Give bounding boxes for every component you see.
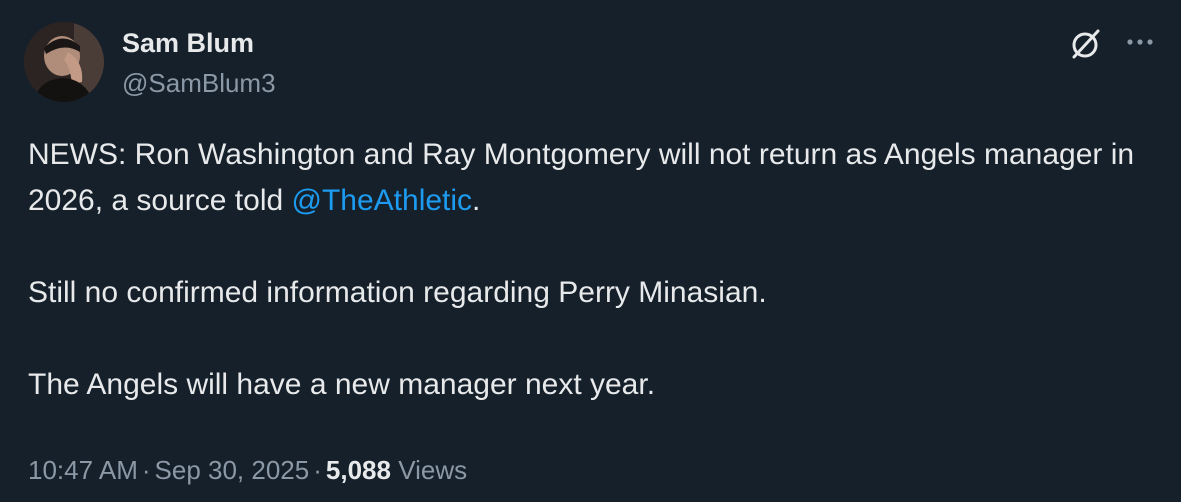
avatar[interactable] xyxy=(24,22,104,102)
tweet-text: NEWS: Ron Washington and Ray Montgomery … xyxy=(28,132,1148,408)
more-horizontal-icon[interactable] xyxy=(1122,28,1158,56)
grok-icon[interactable] xyxy=(1068,26,1104,62)
separator: · xyxy=(313,455,322,485)
views-count[interactable]: 5,088 xyxy=(326,455,391,485)
author-name[interactable]: Sam Blum xyxy=(122,26,254,60)
tweet-paragraph-2: Still no confirmed information regarding… xyxy=(28,276,767,309)
tweet-time[interactable]: 10:47 AM xyxy=(28,455,138,485)
separator: · xyxy=(141,455,151,485)
tweet-text-part: . xyxy=(472,184,481,217)
author-handle[interactable]: @SamBlum3 xyxy=(122,66,276,100)
tweet-paragraph-3: The Angels will have a new manager next … xyxy=(28,368,656,401)
tweet-paragraph-1: NEWS: Ron Washington and Ray Montgomery … xyxy=(28,132,1148,224)
mention-link[interactable]: @TheAthletic xyxy=(292,184,473,217)
tweet-card: Sam Blum @SamBlum3 NEWS: Ron Washington … xyxy=(0,0,1181,502)
tweet-date[interactable]: Sep 30, 2025 xyxy=(155,455,310,485)
tweet-meta: 10:47 AM · Sep 30, 2025 · 5,088 Views xyxy=(28,453,467,487)
views-label: Views xyxy=(398,455,468,485)
avatar-photo xyxy=(24,22,104,102)
tweet-text-part: NEWS: Ron Washington and Ray Montgomery … xyxy=(28,138,1135,217)
